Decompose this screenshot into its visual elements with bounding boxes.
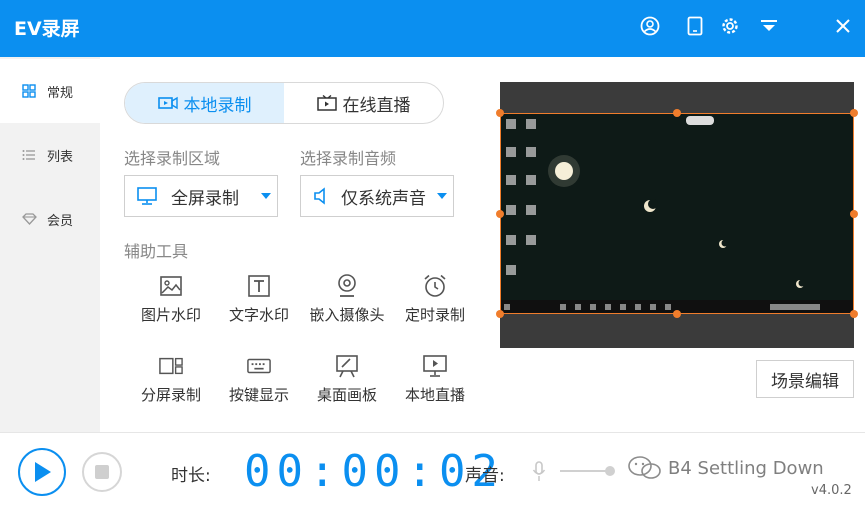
resize-handle[interactable] (673, 109, 681, 117)
tv-icon (316, 95, 337, 111)
sidebar: 常规 列表 会员 (0, 57, 100, 432)
tool-label: 本地直播 (404, 386, 465, 404)
record-area-value: 全屏录制 (171, 188, 239, 209)
sidebar-item-label: 列表 (47, 149, 74, 165)
volume-slider-handle[interactable] (605, 466, 615, 476)
record-area-select[interactable]: 全屏录制 (124, 175, 278, 217)
grid-icon (21, 83, 37, 99)
keyboard-icon (247, 354, 271, 378)
mode-tabs: 本地录制 在线直播 (124, 82, 444, 124)
speaker-icon (313, 187, 329, 205)
menu-icon[interactable] (757, 14, 781, 38)
resize-handle[interactable] (496, 210, 504, 218)
tool-label: 按键显示 (228, 386, 289, 404)
monitor-play-icon (423, 354, 447, 378)
tool-local-live[interactable]: 本地直播 (391, 354, 479, 414)
image-icon (159, 274, 183, 298)
sidebar-item-general[interactable]: 常规 (0, 59, 100, 123)
bottom-bar: 时长: 00:00:02 声音: B4 Settling Down v4.0.2 (0, 432, 865, 509)
tool-text-watermark[interactable]: 文字水印 (215, 274, 303, 334)
board-icon (335, 354, 359, 378)
title-bar: EV录屏 (0, 0, 865, 57)
gear-icon[interactable] (718, 14, 742, 38)
tool-image-watermark[interactable]: 图片水印 (127, 274, 215, 334)
record-area-label: 选择录制区域 (124, 149, 221, 168)
record-audio-select[interactable]: 仅系统声音 (300, 175, 454, 217)
tool-timed-record[interactable]: 定时录制 (391, 274, 479, 334)
close-icon[interactable] (831, 14, 855, 38)
record-audio-label: 选择录制音频 (300, 149, 397, 168)
play-button[interactable] (18, 448, 66, 496)
wechat-icon (628, 456, 661, 479)
text-icon (247, 274, 271, 298)
record-audio-value: 仅系统声音 (341, 188, 426, 209)
tool-label: 定时录制 (404, 306, 465, 324)
stop-icon (95, 465, 109, 479)
monitor-icon (137, 187, 157, 205)
watermark-overlay: B4 Settling Down (626, 455, 824, 481)
tablet-icon[interactable] (683, 14, 707, 38)
resize-handle[interactable] (850, 109, 858, 117)
play-icon (35, 462, 51, 482)
tool-label: 嵌入摄像头 (309, 306, 385, 324)
sound-label: 声音: (465, 466, 505, 486)
version-label: v4.0.2 (811, 483, 852, 498)
resize-handle[interactable] (496, 109, 504, 117)
microphone-icon[interactable] (530, 460, 548, 484)
diamond-icon (21, 211, 37, 227)
capture-region-frame[interactable] (500, 113, 854, 314)
tool-webcam[interactable]: 嵌入摄像头 (303, 274, 391, 334)
duration-label: 时长: (171, 466, 211, 486)
sidebar-item-label: 会员 (47, 213, 74, 229)
scene-edit-button[interactable]: 场景编辑 (756, 360, 854, 398)
sidebar-item-label: 常规 (47, 85, 74, 101)
tab-local-record[interactable]: 本地录制 (125, 83, 284, 123)
watermark-text: B4 Settling Down (668, 457, 824, 479)
tool-label: 文字水印 (228, 306, 289, 324)
split-screen-icon (159, 354, 183, 378)
tool-label: 桌面画板 (316, 386, 377, 404)
app-title: EV录屏 (14, 18, 80, 40)
chevron-down-icon (261, 193, 271, 199)
stop-button[interactable] (82, 452, 122, 492)
tab-label: 在线直播 (342, 95, 411, 116)
alarm-clock-icon (423, 274, 447, 298)
webcam-icon (335, 274, 359, 298)
user-icon[interactable] (638, 14, 662, 38)
resize-handle[interactable] (496, 310, 504, 318)
tool-label: 分屏录制 (140, 386, 201, 404)
tab-label: 本地录制 (183, 95, 252, 116)
resize-handle[interactable] (850, 210, 858, 218)
video-icon (157, 95, 178, 111)
tool-label: 图片水印 (140, 306, 201, 324)
tool-keystroke-display[interactable]: 按键显示 (215, 354, 303, 414)
chevron-down-icon (437, 193, 447, 199)
tool-split-screen[interactable]: 分屏录制 (127, 354, 215, 414)
resize-handle[interactable] (850, 310, 858, 318)
sidebar-item-list[interactable]: 列表 (0, 123, 100, 187)
tools-label: 辅助工具 (124, 242, 189, 261)
tab-online-live[interactable]: 在线直播 (284, 83, 443, 123)
tool-desktop-board[interactable]: 桌面画板 (303, 354, 391, 414)
sidebar-item-member[interactable]: 会员 (0, 187, 100, 251)
screen-preview (496, 82, 858, 348)
resize-handle[interactable] (673, 310, 681, 318)
list-icon (21, 147, 37, 163)
